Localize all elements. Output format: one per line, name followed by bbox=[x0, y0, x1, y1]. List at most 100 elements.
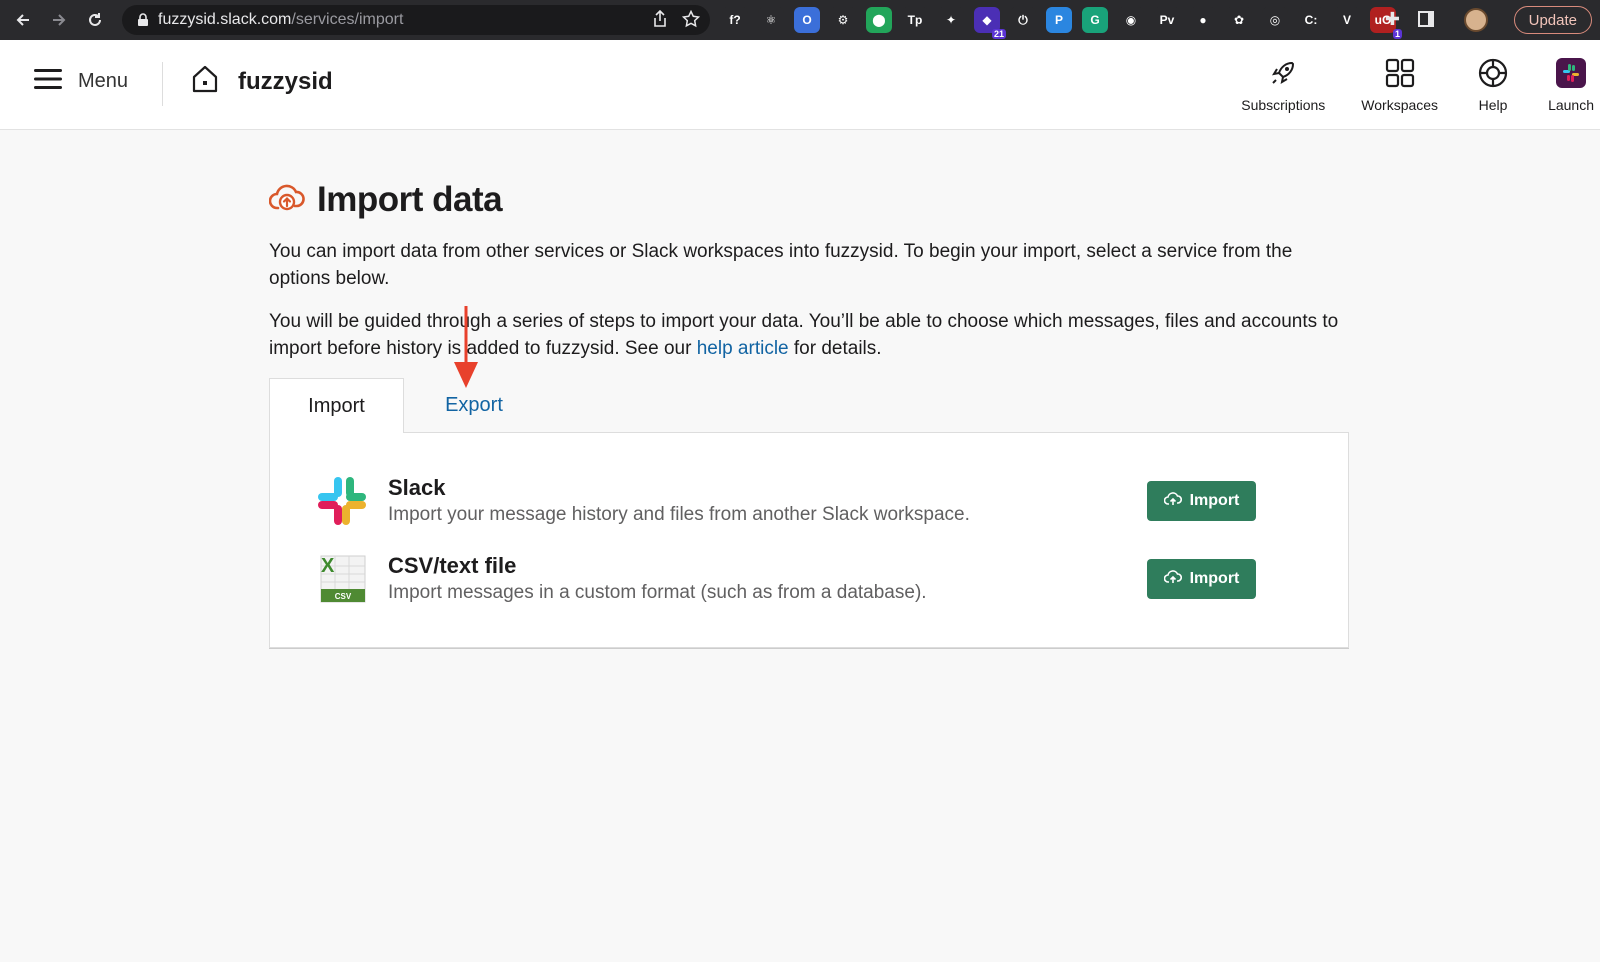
browser-extension-icon[interactable]: ⬤ bbox=[866, 7, 892, 33]
extension-glyph: ⬤ bbox=[872, 13, 886, 27]
main-content: Import data You can import data from oth… bbox=[268, 180, 1349, 648]
extensions-bar: f? ⚛ O ⚙ ⬤ Tp ✦ ◆ 21 ⏻ P G ◉ Pv ● ✿ ◎ C: VuO 1 bbox=[722, 0, 1402, 40]
extension-glyph: ◆ bbox=[982, 13, 992, 27]
lifebuoy-icon bbox=[1478, 58, 1508, 91]
extension-badge: 21 bbox=[991, 29, 1006, 39]
service-name: Slack bbox=[388, 475, 446, 500]
guide-text-end: for details. bbox=[788, 338, 882, 359]
extension-glyph: C: bbox=[1304, 13, 1318, 27]
extension-glyph: ◎ bbox=[1269, 13, 1281, 27]
grid-icon bbox=[1385, 58, 1415, 91]
address-bar[interactable]: fuzzysid.slack.com/services/import bbox=[122, 5, 710, 35]
import-button-label: Import bbox=[1189, 570, 1240, 587]
annotation-arrow-icon bbox=[454, 306, 478, 388]
page-title: Import data bbox=[268, 180, 1349, 220]
extension-glyph: ⚙ bbox=[837, 13, 849, 27]
header-divider bbox=[162, 62, 163, 106]
extension-glyph: G bbox=[1090, 13, 1100, 27]
extension-glyph: V bbox=[1342, 13, 1351, 27]
menu-button[interactable]: Menu bbox=[34, 68, 128, 95]
sidebar-toggle-icon[interactable] bbox=[1418, 11, 1434, 27]
update-button[interactable]: Update bbox=[1513, 6, 1592, 34]
workspace-home-link[interactable]: fuzzysid bbox=[190, 64, 333, 99]
browser-extension-icon[interactable]: ◉ bbox=[1118, 7, 1144, 33]
services-panel: Slack Import your message history and fi… bbox=[269, 432, 1349, 648]
browser-extension-icon[interactable]: ⏻ bbox=[1010, 7, 1036, 33]
nav-launch[interactable]: Launch bbox=[1530, 40, 1600, 130]
extension-glyph: ◉ bbox=[1125, 13, 1137, 27]
nav-label: Help bbox=[1478, 96, 1508, 113]
browser-extension-icon[interactable]: O bbox=[794, 7, 820, 33]
browser-extension-icon[interactable]: V bbox=[1334, 7, 1360, 33]
browser-extension-icon[interactable]: ◆ 21 bbox=[974, 7, 1006, 39]
csv-file-icon: X CSV bbox=[314, 551, 370, 607]
slack-logo-icon bbox=[314, 473, 370, 529]
service-row-slack: Slack Import your message history and fi… bbox=[314, 469, 1314, 533]
browser-extension-icon[interactable]: ◎ bbox=[1262, 7, 1288, 33]
browser-extension-icon[interactable]: ● bbox=[1190, 7, 1216, 33]
svg-text:X: X bbox=[321, 555, 335, 577]
guide-paragraph: You will be guided through a series of s… bbox=[269, 308, 1349, 362]
extension-glyph: P bbox=[1054, 13, 1063, 27]
browser-extension-icon[interactable]: C: bbox=[1298, 7, 1324, 33]
service-text: Slack Import your message history and fi… bbox=[388, 474, 970, 528]
forward-icon[interactable] bbox=[46, 7, 72, 33]
browser-toolbar: fuzzysid.slack.com/services/import f? ⚛ O ⚙… bbox=[0, 0, 1600, 40]
site-header: Menu fuzzysid Subscriptions Workspaces H… bbox=[0, 40, 1600, 130]
service-name: CSV/text file bbox=[388, 553, 517, 578]
nav-label: Subscriptions bbox=[1241, 96, 1326, 113]
extension-glyph: f? bbox=[729, 13, 741, 27]
browser-extension-icon[interactable]: Tp bbox=[902, 7, 928, 33]
slack-logo-icon bbox=[1556, 57, 1587, 91]
share-icon[interactable] bbox=[652, 9, 668, 33]
nav-label: Launch bbox=[1548, 96, 1594, 113]
home-icon bbox=[190, 64, 220, 99]
nav-subscriptions[interactable]: Subscriptions bbox=[1223, 40, 1343, 130]
nav-workspaces[interactable]: Workspaces bbox=[1343, 40, 1456, 130]
url-text: fuzzysid.slack.com/services/import bbox=[158, 11, 404, 28]
back-icon[interactable] bbox=[10, 7, 36, 33]
extension-glyph: ⚛ bbox=[765, 13, 777, 27]
help-article-link[interactable]: help article bbox=[697, 338, 789, 359]
extension-glyph: ✿ bbox=[1233, 13, 1245, 27]
extension-glyph: Tp bbox=[907, 13, 923, 27]
service-description: Import messages in a custom format (such… bbox=[388, 582, 927, 603]
browser-extension-icon[interactable]: ⚙ bbox=[830, 7, 856, 33]
rocket-icon bbox=[1268, 58, 1298, 91]
service-text: CSV/text file Import messages in a custo… bbox=[388, 552, 927, 606]
extensions-puzzle-icon[interactable]: ✚ bbox=[1385, 9, 1400, 30]
import-slack-button[interactable]: Import bbox=[1147, 481, 1256, 521]
extension-glyph: Pv bbox=[1159, 13, 1175, 27]
lock-icon bbox=[134, 11, 152, 29]
browser-extension-icon[interactable]: ✦ bbox=[938, 7, 964, 33]
extension-badge: 1 bbox=[1392, 29, 1402, 39]
intro-paragraph: You can import data from other services … bbox=[269, 241, 1293, 289]
extension-glyph: ⏻ bbox=[1018, 12, 1028, 27]
service-description: Import your message history and files fr… bbox=[388, 504, 970, 525]
profile-avatar[interactable] bbox=[1464, 8, 1488, 32]
tab-import[interactable]: Import bbox=[269, 378, 404, 433]
svg-text:CSV: CSV bbox=[335, 592, 352, 601]
browser-extension-icon[interactable]: G bbox=[1082, 7, 1108, 33]
extension-glyph: ● bbox=[1199, 13, 1207, 27]
browser-extension-icon[interactable]: P bbox=[1046, 7, 1072, 33]
nav-help[interactable]: Help bbox=[1456, 40, 1530, 130]
workspace-name: fuzzysid bbox=[238, 67, 333, 95]
menu-label: Menu bbox=[78, 70, 129, 92]
nav-label: Workspaces bbox=[1361, 96, 1439, 113]
browser-extension-icon[interactable]: f? bbox=[722, 7, 748, 33]
cloud-upload-icon bbox=[1163, 491, 1182, 511]
page-heading: Import data bbox=[317, 180, 503, 219]
browser-extension-icon[interactable]: ✿ bbox=[1226, 7, 1252, 33]
browser-extension-icon[interactable]: Pv bbox=[1154, 7, 1180, 33]
bookmark-star-icon[interactable] bbox=[681, 9, 701, 33]
cloud-upload-icon bbox=[268, 182, 305, 219]
import-button-label: Import bbox=[1189, 492, 1240, 509]
reload-icon[interactable] bbox=[82, 7, 108, 33]
cloud-upload-icon bbox=[1163, 569, 1182, 589]
import-csv-button[interactable]: Import bbox=[1147, 559, 1256, 599]
extension-glyph: ✦ bbox=[945, 13, 957, 27]
extension-glyph: O bbox=[802, 13, 812, 27]
tab-bar: Import Export bbox=[269, 378, 1349, 433]
browser-extension-icon[interactable]: ⚛ bbox=[758, 7, 784, 33]
